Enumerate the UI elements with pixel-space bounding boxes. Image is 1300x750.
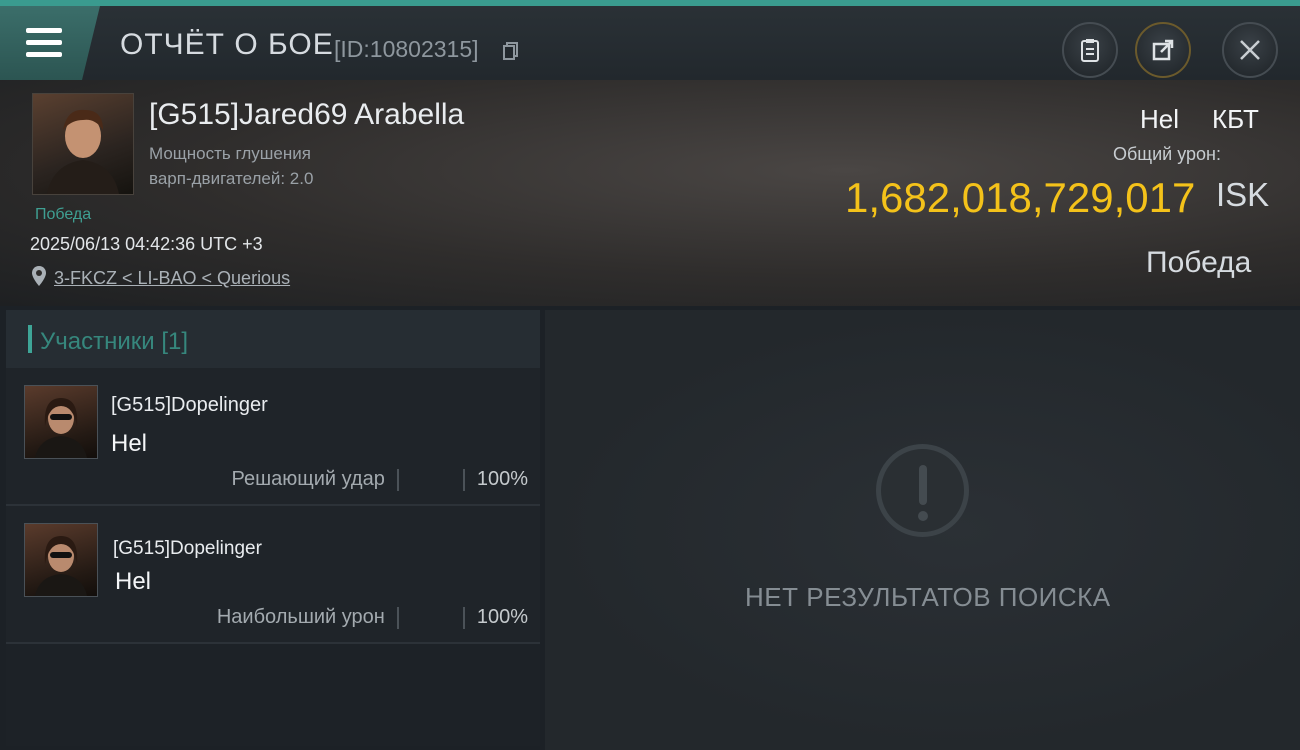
participant-stats: Решающий удар 100% xyxy=(231,468,528,491)
participant-percent: 100% xyxy=(476,606,528,628)
battle-timestamp: 2025/06/13 04:42:36 UTC +3 xyxy=(30,234,263,254)
participant-name[interactable]: [G515]Dopelinger xyxy=(111,394,268,417)
menu-icon[interactable] xyxy=(26,28,62,58)
pilot-name[interactable]: [G515]Jared69 Arabella xyxy=(149,98,464,132)
report-id: [ID:10802315] xyxy=(334,36,479,62)
top-bar: ОТЧЁТ О БОЕ [ID:10802315] xyxy=(0,0,1300,80)
warp-disruption-value: варп-двигателей: 2.0 xyxy=(149,169,314,188)
participant-avatar[interactable] xyxy=(24,385,98,459)
close-icon xyxy=(1240,40,1260,60)
ship-class: КБТ xyxy=(1212,104,1259,134)
alert-icon xyxy=(876,444,969,537)
menu-button[interactable] xyxy=(0,6,100,80)
warp-disruption-label: Мощность глушения xyxy=(149,144,311,163)
copy-icon[interactable] xyxy=(503,42,519,60)
participant-avatar[interactable] xyxy=(24,523,98,597)
divider xyxy=(462,606,465,629)
participants-heading: Участники [1] xyxy=(40,328,189,355)
participant-portrait-icon xyxy=(35,536,87,596)
participants-header[interactable]: Участники [1] xyxy=(6,310,540,368)
clipboard-button[interactable] xyxy=(1062,22,1118,78)
location-pin-icon xyxy=(32,266,46,286)
participant-ship: Hel xyxy=(115,568,152,595)
divider xyxy=(396,606,399,629)
divider xyxy=(396,468,399,491)
pilot-avatar[interactable] xyxy=(32,93,134,195)
header-accent-bar xyxy=(28,325,32,353)
participant-role: Решающий удар xyxy=(231,468,385,490)
participant-name[interactable]: [G515]Dopelinger xyxy=(113,538,262,560)
participant-row[interactable]: [G515]Dopelinger Hel Решающий удар 100% xyxy=(6,368,540,506)
total-damage-label: Общий урон: xyxy=(1113,144,1221,164)
total-damage-value: 1,682,018,729,017 xyxy=(845,174,1196,221)
empty-state-message: НЕТ РЕЗУЛЬТАТОВ ПОИСКА xyxy=(745,582,1111,612)
share-icon xyxy=(1152,39,1174,61)
participant-percent: 100% xyxy=(476,468,528,490)
battle-result: Победа xyxy=(1146,246,1252,279)
location-link[interactable]: 3-FKCZ < LI-BAO < Querious xyxy=(54,268,290,289)
ship-name: Hel xyxy=(1140,104,1180,134)
victory-tag: Победа xyxy=(35,206,92,223)
close-button[interactable] xyxy=(1222,22,1278,78)
share-button[interactable] xyxy=(1135,22,1191,78)
participant-role: Наибольший урон xyxy=(216,606,385,628)
participant-portrait-icon xyxy=(35,398,87,458)
participant-ship: Hel xyxy=(111,430,148,457)
clipboard-icon xyxy=(1081,39,1099,62)
pilot-portrait-icon xyxy=(47,109,119,194)
divider xyxy=(462,468,465,491)
currency-label: ISK xyxy=(1216,176,1270,213)
page-title: ОТЧЁТ О БОЕ xyxy=(120,28,334,61)
participant-stats: Наибольший урон 100% xyxy=(217,606,528,629)
participant-row[interactable]: [G515]Dopelinger Hel Наибольший урон 100% xyxy=(6,506,540,644)
